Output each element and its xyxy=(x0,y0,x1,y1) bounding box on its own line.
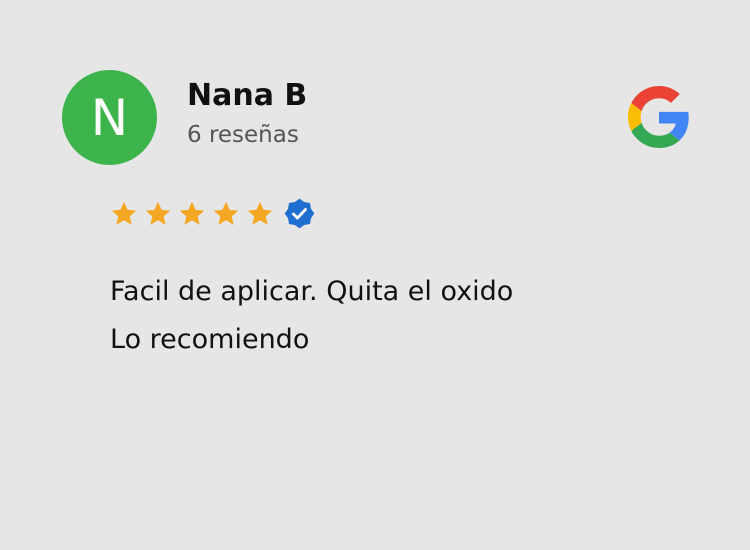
review-line: Facil de aplicar. Quita el oxido xyxy=(110,276,514,307)
review-line: Lo recomiendo xyxy=(110,324,310,355)
star-rating xyxy=(110,198,315,229)
star-icon xyxy=(247,201,273,225)
star-icon xyxy=(145,201,171,225)
avatar: N xyxy=(62,70,157,165)
google-icon xyxy=(628,86,689,148)
review-text: Facil de aplicar. Quita el oxido Lo recom… xyxy=(110,268,513,364)
review-card: N Nana B 6 reseñas Facil de aplicar. Qui… xyxy=(0,0,750,550)
reviewer-name: Nana B xyxy=(187,78,308,113)
avatar-initial: N xyxy=(90,88,129,147)
google-icon-green xyxy=(631,122,680,148)
review-count: 6 reseñas xyxy=(187,122,299,148)
verified-badge-icon xyxy=(284,198,315,229)
star-icon xyxy=(111,201,137,225)
star-icon xyxy=(179,201,205,225)
google-icon-red xyxy=(631,86,680,112)
star-icon xyxy=(213,201,239,225)
